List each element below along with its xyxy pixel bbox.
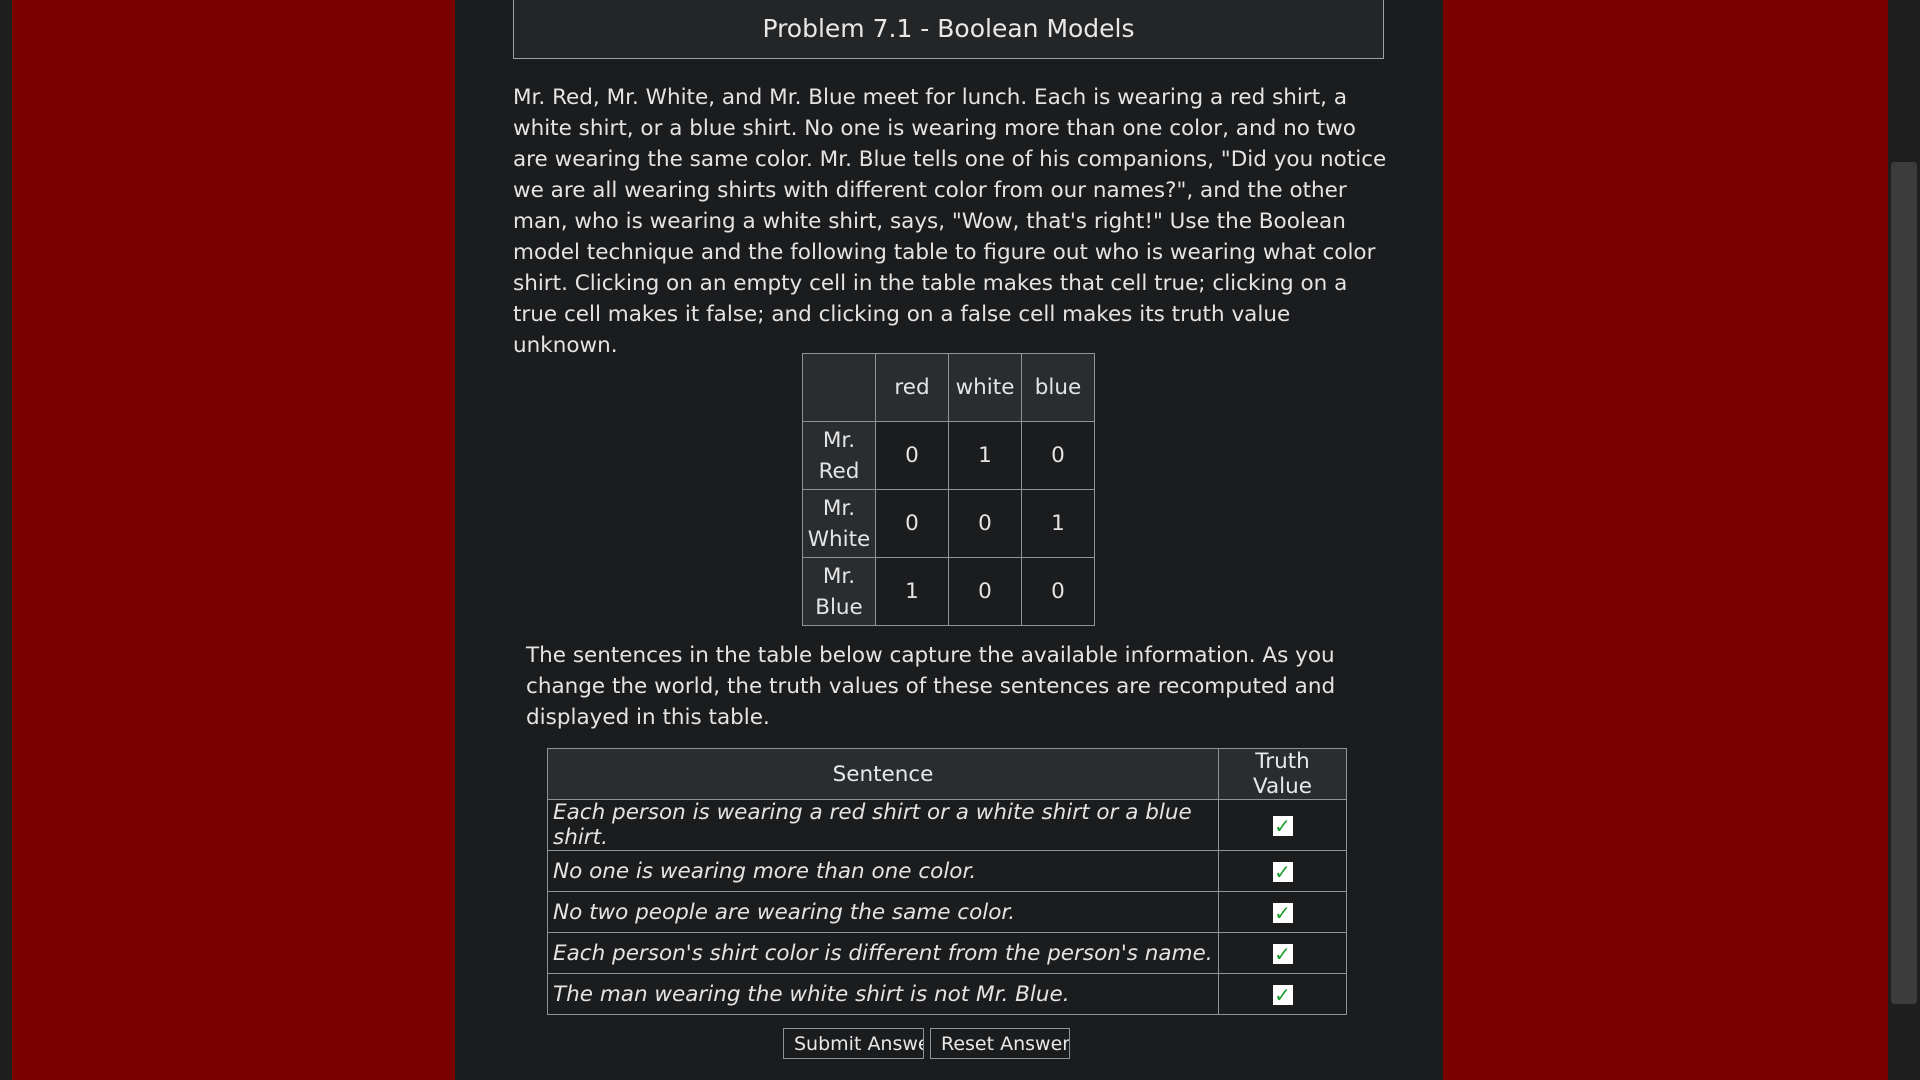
- vertical-scrollbar[interactable]: [1888, 0, 1920, 1080]
- checkmark-icon: ✓: [1272, 859, 1293, 884]
- cell-mr-blue-red[interactable]: 1: [875, 557, 949, 626]
- sentence-text: The man wearing the white shirt is not M…: [547, 973, 1219, 1015]
- sentence-row: Each person's shirt color is different f…: [547, 932, 1347, 974]
- truth-value-column-header: Truth Value: [1218, 748, 1347, 800]
- answer-buttons: Submit Answers Reset Answers: [783, 1028, 1070, 1059]
- sentences-description: The sentences in the table below capture…: [526, 643, 1336, 730]
- sentence-row: Each person is wearing a red shirt or a …: [547, 799, 1347, 851]
- checkmark-icon: ✓: [1272, 982, 1293, 1007]
- sentence-text: Each person is wearing a red shirt or a …: [547, 799, 1219, 851]
- sentence-column-header: Sentence: [547, 748, 1219, 800]
- cell-mr-white-blue[interactable]: 1: [1021, 489, 1095, 558]
- submit-answers-button[interactable]: Submit Answers: [783, 1028, 924, 1059]
- truth-value-cell: ✓: [1218, 932, 1347, 974]
- cell-mr-white-red[interactable]: 0: [875, 489, 949, 558]
- cell-mr-blue-blue[interactable]: 0: [1021, 557, 1095, 626]
- world-table: red white blue Mr. Red 0 1 0 Mr. White 0…: [802, 353, 1095, 626]
- checkmark-icon: ✓: [1272, 813, 1293, 838]
- problem-description: Mr. Red, Mr. White, and Mr. Blue meet fo…: [513, 85, 1387, 358]
- truth-value-cell: ✓: [1218, 850, 1347, 892]
- cell-mr-red-white[interactable]: 1: [948, 421, 1022, 490]
- checkmark-icon: ✓: [1272, 900, 1293, 925]
- cell-mr-blue-white[interactable]: 0: [948, 557, 1022, 626]
- world-table-corner: [802, 353, 876, 422]
- content-panel: Problem 7.1 - Boolean Models Mr. Red, Mr…: [455, 0, 1443, 1080]
- cell-mr-red-red[interactable]: 0: [875, 421, 949, 490]
- sentence-text: No two people are wearing the same color…: [547, 891, 1219, 933]
- sentences-table: Sentence Truth Value Each person is wear…: [547, 748, 1347, 1015]
- page-title: Problem 7.1 - Boolean Models: [513, 0, 1384, 59]
- left-edge-strip: [0, 0, 12, 1080]
- column-header-white: white: [948, 353, 1022, 422]
- column-header-blue: blue: [1021, 353, 1095, 422]
- sentence-text: No one is wearing more than one color.: [547, 850, 1219, 892]
- sentence-row: No one is wearing more than one color. ✓: [547, 850, 1347, 892]
- cell-mr-white-white[interactable]: 0: [948, 489, 1022, 558]
- column-header-red: red: [875, 353, 949, 422]
- sentence-row: The man wearing the white shirt is not M…: [547, 973, 1347, 1015]
- truth-value-cell: ✓: [1218, 891, 1347, 933]
- sentence-text: Each person's shirt color is different f…: [547, 932, 1219, 974]
- reset-answers-button[interactable]: Reset Answers: [930, 1028, 1070, 1059]
- scrollbar-thumb[interactable]: [1891, 162, 1917, 1004]
- checkmark-icon: ✓: [1272, 941, 1293, 966]
- truth-value-cell: ✓: [1218, 799, 1347, 851]
- cell-mr-red-blue[interactable]: 0: [1021, 421, 1095, 490]
- sentence-row: No two people are wearing the same color…: [547, 891, 1347, 933]
- row-header-mr-white: Mr. White: [802, 489, 876, 558]
- truth-value-cell: ✓: [1218, 973, 1347, 1015]
- row-header-mr-red: Mr. Red: [802, 421, 876, 490]
- row-header-mr-blue: Mr. Blue: [802, 557, 876, 626]
